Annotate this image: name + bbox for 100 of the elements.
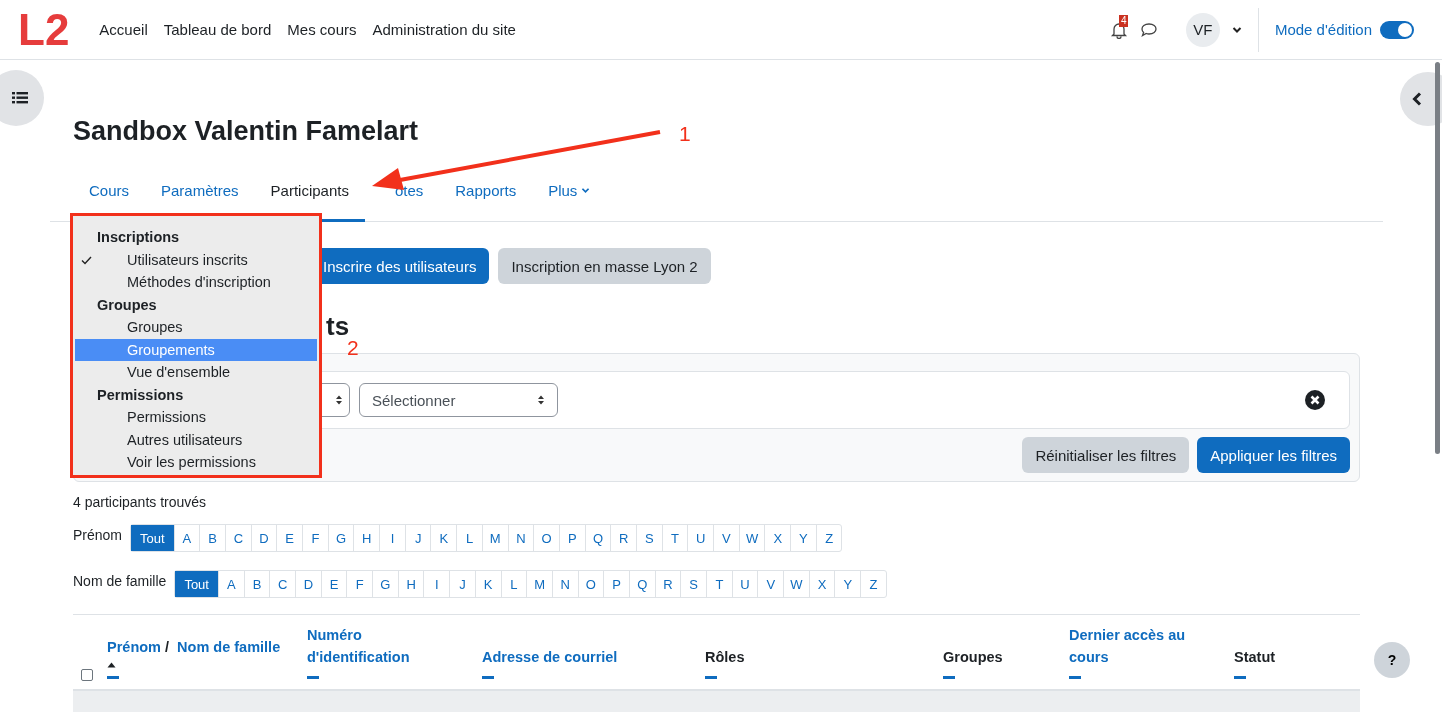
column-header: Groupes <box>943 648 1003 667</box>
menu-item-label: Autres utilisateurs <box>127 431 243 448</box>
initial-letter[interactable]: P <box>603 571 629 597</box>
column-header[interactable]: Adresse de courriel <box>482 646 618 668</box>
caret-icon[interactable] <box>1231 25 1242 34</box>
initial-letter[interactable]: C <box>269 571 295 597</box>
initial-letter[interactable]: A <box>217 571 244 597</box>
initial-letter[interactable]: N <box>551 571 578 597</box>
annotation-number: 1 <box>679 122 691 146</box>
column-header[interactable]: Dernier accès au cours <box>1069 624 1204 668</box>
initial-letter[interactable]: W <box>783 571 809 597</box>
initial-letter[interactable]: T <box>706 571 732 597</box>
initial-letter[interactable]: L <box>456 525 482 551</box>
tab[interactable]: Plus <box>532 172 607 222</box>
menu-item[interactable]: Permissions <box>75 406 317 429</box>
initial-letter[interactable]: K <box>474 571 501 597</box>
initial-letter[interactable]: J <box>404 525 431 551</box>
initial-letter[interactable]: M <box>526 571 552 597</box>
drawer-toggle[interactable] <box>0 70 44 126</box>
filter-button[interactable]: Appliquer les filtres <box>1197 437 1350 473</box>
initial-letter[interactable]: O <box>577 571 604 597</box>
drawer-toggle[interactable] <box>1400 72 1442 126</box>
close-icon[interactable] <box>1305 390 1325 410</box>
scrollbar[interactable] <box>1435 62 1440 454</box>
initial-letter[interactable]: B <box>199 525 225 551</box>
select-all-checkbox[interactable] <box>81 669 93 681</box>
initial-letter[interactable]: F <box>346 571 373 597</box>
initial-letter[interactable]: I <box>423 571 450 597</box>
initial-letter[interactable]: Z <box>860 571 886 597</box>
initial-letter[interactable]: A <box>173 525 200 551</box>
initial-letter[interactable]: F <box>302 525 328 551</box>
menu-item-label: Permissions <box>127 409 206 425</box>
menu-heading: Permissions <box>96 385 185 405</box>
edit-mode-label: Mode d'édition <box>1274 21 1372 38</box>
nav-link[interactable]: Mes cours <box>287 21 357 38</box>
initial-letter[interactable]: I <box>379 525 405 551</box>
initial-letter[interactable]: E <box>276 525 303 551</box>
initial-letter[interactable]: K <box>430 525 457 551</box>
menu-item[interactable]: Groupes <box>75 316 317 339</box>
nav-link[interactable]: Administration du site <box>372 21 516 38</box>
menu-item-label: Vue d'ensemble <box>127 364 230 380</box>
initial-letter[interactable]: V <box>757 571 784 597</box>
initial-letter[interactable]: P <box>558 525 585 551</box>
chat-bubble-icon[interactable] <box>1139 21 1158 38</box>
initial-letter[interactable]: O <box>533 525 559 551</box>
tab[interactable]: Rapports <box>439 172 533 222</box>
initial-letter[interactable]: R <box>610 525 636 551</box>
sort-arrows-icon <box>335 394 343 406</box>
help-button[interactable]: ? <box>1374 642 1410 678</box>
initial-letter[interactable]: Z <box>815 525 842 551</box>
initial-letter[interactable]: D <box>295 571 321 597</box>
initial-letter[interactable]: M <box>481 525 508 551</box>
select-field[interactable]: Sélectionner <box>359 383 558 417</box>
menu-item[interactable]: Autres utilisateurs <box>75 428 317 451</box>
initial-letter[interactable]: R <box>654 571 681 597</box>
menu-item[interactable]: Vue d'ensemble <box>75 361 317 384</box>
menu-item-label: Utilisateurs inscrits <box>127 251 248 268</box>
nav-link[interactable]: Accueil <box>99 21 148 38</box>
initial-letter[interactable]: N <box>507 525 534 551</box>
initial-letter[interactable]: Q <box>628 571 655 597</box>
initial-letter[interactable]: Y <box>790 525 816 551</box>
column-header[interactable]: Nom de famille <box>177 636 281 658</box>
initial-letter[interactable]: X <box>764 525 791 551</box>
initial-letter[interactable]: T <box>661 525 688 551</box>
menu-item[interactable]: Voir les permissions <box>75 451 317 474</box>
chevron-left-icon <box>1412 92 1422 106</box>
initial-letter[interactable]: H <box>353 525 380 551</box>
menu-item[interactable]: Groupements <box>75 338 317 361</box>
initial-letter[interactable]: W <box>738 525 765 551</box>
initial-letter[interactable]: Tout <box>131 525 174 551</box>
filter-button[interactable]: Réinitialiser les filtres <box>1022 437 1190 473</box>
initial-letter[interactable]: B <box>243 571 270 597</box>
nav-link[interactable]: Tableau de bord <box>163 21 272 38</box>
initial-letter[interactable]: Tout <box>175 571 218 597</box>
initial-letter[interactable]: C <box>225 525 251 551</box>
tab[interactable]: otes <box>364 172 440 222</box>
initial-letter[interactable]: U <box>731 571 758 597</box>
menu-heading: Inscriptions <box>96 228 181 247</box>
initials-label: Prénom <box>73 527 123 543</box>
initial-letter[interactable]: S <box>636 525 662 551</box>
user-avatar[interactable]: VF <box>1185 12 1220 47</box>
site-logo[interactable]: L2 <box>18 7 70 52</box>
initial-letter[interactable]: H <box>397 571 424 597</box>
action-button[interactable]: Inscription en masse Lyon 2 <box>498 248 711 284</box>
initial-letter[interactable]: G <box>372 571 398 597</box>
edit-mode-toggle[interactable] <box>1380 20 1414 39</box>
initial-letter[interactable]: J <box>449 571 475 597</box>
initial-letter[interactable]: V <box>713 525 739 551</box>
column-header[interactable]: Prénom <box>107 636 161 658</box>
caret-icon <box>581 187 591 194</box>
initial-letter[interactable]: E <box>320 571 347 597</box>
column-header[interactable]: Numéro d'identification <box>307 624 437 668</box>
initial-letter[interactable]: L <box>500 571 527 597</box>
initial-letter[interactable]: G <box>327 525 354 551</box>
initial-letter[interactable]: Q <box>584 525 611 551</box>
initial-letter[interactable]: D <box>250 525 277 551</box>
initial-letter[interactable]: S <box>680 571 706 597</box>
initial-letter[interactable]: Y <box>834 571 861 597</box>
initial-letter[interactable]: X <box>808 571 835 597</box>
initial-letter[interactable]: U <box>687 525 714 551</box>
